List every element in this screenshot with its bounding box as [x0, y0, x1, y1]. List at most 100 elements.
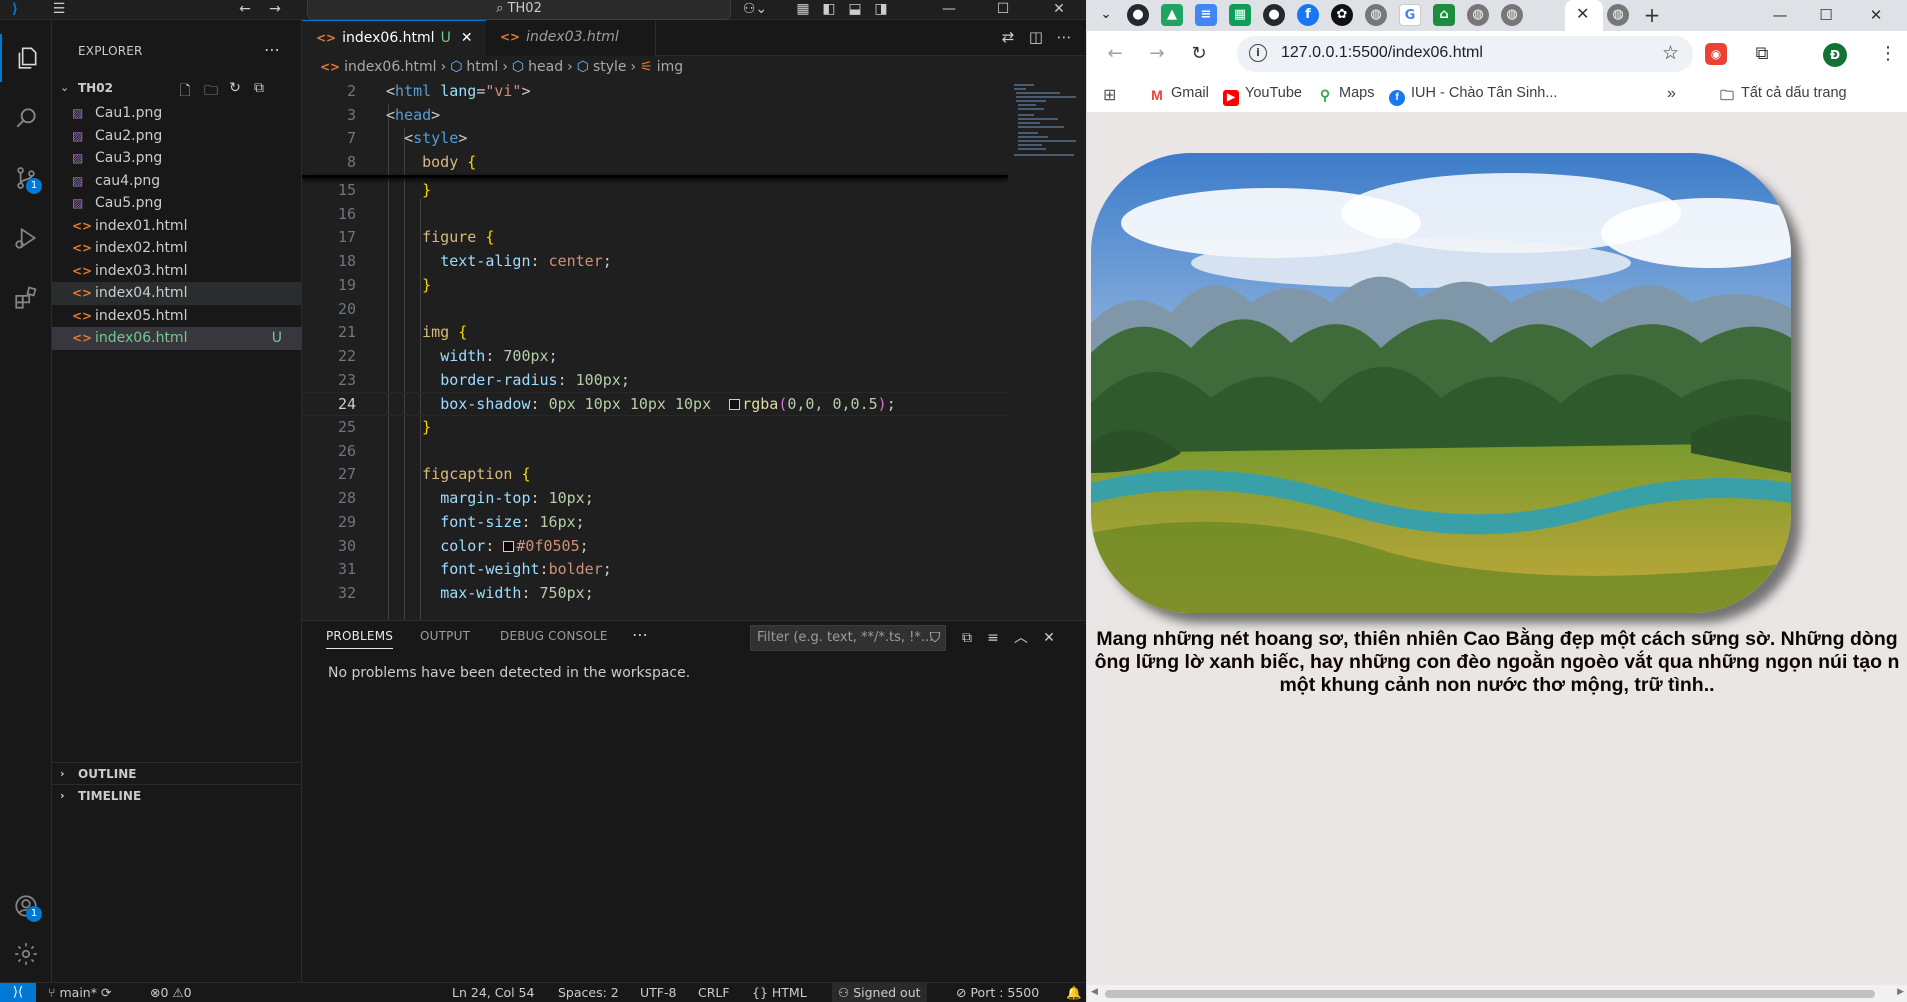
back-arrow-icon[interactable]: ← — [232, 0, 258, 20]
close-window-icon[interactable]: ✕ — [1853, 2, 1899, 28]
outline-section[interactable]: › OUTLINE — [52, 762, 302, 784]
tab-debug-console[interactable]: DEBUG CONSOLE — [500, 629, 608, 643]
new-tab-icon[interactable]: + — [1641, 4, 1663, 26]
file-item[interactable]: <> index05.html — [52, 305, 302, 328]
scroll-left-icon[interactable]: ◀ — [1091, 987, 1098, 997]
tab-index03[interactable]: <> index03.html — [486, 20, 656, 56]
maximize-panel-icon[interactable]: ︿ — [1010, 627, 1032, 649]
github-icon[interactable]: ● — [1263, 4, 1285, 26]
back-arrow-icon[interactable]: ← — [1101, 40, 1129, 68]
accounts-icon[interactable]: 1 — [0, 882, 52, 930]
timeline-section[interactable]: › TIMELINE — [52, 784, 302, 806]
problems-filter-input[interactable]: Filter (e.g. text, **/*.ts, !*... — [750, 625, 946, 651]
file-item[interactable]: <> index06.html U — [52, 327, 302, 350]
manage-gear-icon[interactable] — [0, 930, 52, 978]
folder-header[interactable]: ⌄ TH02 🗋 🗀 ↻ ⧉ — [52, 78, 302, 100]
file-item[interactable]: <> index01.html — [52, 215, 302, 238]
maximize-icon[interactable]: ☐ — [990, 0, 1016, 20]
extensions-icon[interactable] — [0, 274, 52, 322]
extension-icon[interactable]: ◉ — [1705, 43, 1727, 65]
more-bookmarks-icon[interactable]: » — [1667, 85, 1676, 103]
color-swatch[interactable] — [729, 399, 741, 411]
live-server-port[interactable]: ⊘ Port : 5500 — [956, 983, 1039, 1002]
more-actions-icon[interactable]: ⋯ — [1052, 26, 1076, 50]
breadcrumb-item-file[interactable]: <> index06.html — [320, 59, 437, 75]
file-item[interactable]: ▨ Cau1.png — [52, 102, 302, 125]
view-as-list-icon[interactable]: ≡ — [982, 627, 1004, 649]
minimize-icon[interactable]: — — [1757, 2, 1803, 28]
run-debug-icon[interactable] — [0, 214, 52, 262]
more-actions-icon[interactable]: ⋯ — [264, 40, 280, 59]
account-status[interactable]: ⚇ Signed out — [832, 983, 927, 1002]
eol-status[interactable]: CRLF — [698, 983, 730, 1002]
explorer-activity-icon[interactable] — [0, 34, 52, 82]
refresh-icon[interactable]: ↻ — [224, 80, 246, 98]
close-window-icon[interactable]: ✕ — [1046, 0, 1072, 20]
close-tab-icon[interactable]: ✕ — [1576, 4, 1589, 23]
new-file-icon[interactable]: 🗋 — [174, 80, 196, 99]
google-docs-icon[interactable]: ≡ — [1195, 4, 1217, 26]
bookmark-gmail[interactable]: M Gmail — [1149, 85, 1209, 103]
github-icon[interactable]: ● — [1127, 4, 1149, 26]
reload-icon[interactable]: ↻ — [1185, 40, 1213, 68]
color-swatch[interactable] — [503, 540, 515, 552]
more-panel-views-icon[interactable]: ⋯ — [632, 625, 648, 644]
file-item[interactable]: ▨ Cau5.png — [52, 192, 302, 215]
scrollbar-thumb[interactable] — [1105, 990, 1875, 998]
source-control-icon[interactable]: 1 — [0, 154, 52, 202]
file-item[interactable]: <> index02.html — [52, 237, 302, 260]
breadcrumb-item-html[interactable]: ⬡ html — [450, 59, 498, 75]
facebook-icon[interactable]: f — [1297, 4, 1319, 26]
menu-icon[interactable]: ☰ — [46, 0, 72, 20]
collapse-all-icon[interactable]: ⧉ — [956, 627, 978, 649]
tab-problems[interactable]: PROBLEMS — [326, 629, 394, 649]
bookmark-youtube[interactable]: ▶ YouTube — [1223, 85, 1302, 106]
language-status[interactable]: {} HTML — [752, 983, 807, 1002]
globe-icon[interactable]: ◍ — [1365, 4, 1387, 26]
search-activity-icon[interactable] — [0, 94, 52, 142]
google-sheets-icon[interactable]: ▦ — [1229, 4, 1251, 26]
code-editor[interactable]: 2 <html lang="vi"> 3 <head> 7 <style> 8 bo… — [302, 80, 1008, 620]
toggle-sidebar-icon[interactable]: ◧ — [816, 0, 842, 20]
extensions-puzzle-icon[interactable]: ⧉ — [1751, 43, 1773, 65]
bookmark-star-icon[interactable]: ☆ — [1662, 42, 1679, 64]
google-icon[interactable]: G — [1399, 4, 1421, 26]
close-tab-icon[interactable]: ✕ — [461, 30, 473, 46]
compare-changes-icon[interactable]: ⇄ — [996, 26, 1020, 50]
all-bookmarks-folder[interactable]: 🗀 Tất cả dấu trang — [1719, 85, 1847, 103]
home-icon[interactable]: ⌂ — [1433, 4, 1455, 26]
bookmark-iuh[interactable]: f IUH - Chào Tân Sinh... — [1389, 85, 1557, 106]
branch-status[interactable]: ⑂ main* ⟳ — [48, 983, 111, 1002]
address-bar[interactable]: i 127.0.0.1:5500/index06.html ☆ — [1237, 36, 1693, 72]
profile-avatar[interactable]: Đ — [1823, 43, 1847, 67]
breadcrumb-item-img[interactable]: ⚟ img — [640, 59, 683, 75]
file-item[interactable]: ▨ Cau3.png — [52, 147, 302, 170]
forward-arrow-icon[interactable]: → — [262, 0, 288, 20]
bookmark-maps[interactable]: ⚲ Maps — [1317, 85, 1375, 103]
tab-search-icon[interactable]: ⌄ — [1095, 4, 1117, 26]
globe-icon[interactable]: ◍ — [1467, 4, 1489, 26]
cursor-position[interactable]: Ln 24, Col 54 — [452, 983, 534, 1002]
apps-grid-icon[interactable]: ⊞ — [1103, 85, 1116, 105]
google-drive-icon[interactable]: ▲ — [1161, 4, 1183, 26]
close-panel-icon[interactable]: ✕ — [1038, 627, 1060, 649]
indentation-status[interactable]: Spaces: 2 — [558, 983, 619, 1002]
problems-status[interactable]: ⊗0 ⚠0 — [150, 983, 192, 1002]
forward-arrow-icon[interactable]: → — [1143, 40, 1171, 68]
minimap[interactable] — [1008, 80, 1086, 620]
command-center-search[interactable]: ⌕ TH02 — [307, 0, 731, 20]
toggle-secondary-sidebar-icon[interactable]: ◨ — [868, 0, 894, 20]
url-text[interactable]: 127.0.0.1:5500/index06.html — [1281, 44, 1483, 62]
breadcrumb-item-head[interactable]: ⬡ head — [512, 59, 563, 75]
tab-output[interactable]: OUTPUT — [420, 629, 470, 643]
maximize-icon[interactable]: ☐ — [1803, 2, 1849, 28]
toggle-panel-icon[interactable]: ⬓ — [842, 0, 868, 20]
site-info-icon[interactable]: i — [1249, 44, 1267, 62]
filter-icon[interactable]: ⛉ — [924, 627, 946, 649]
tab-index06[interactable]: <> index06.html U ✕ — [302, 20, 486, 56]
customize-layout-icon[interactable]: ▦ — [790, 0, 816, 20]
collapse-all-icon[interactable]: ⧉ — [248, 80, 270, 98]
file-item[interactable]: ▨ Cau2.png — [52, 125, 302, 148]
scroll-right-icon[interactable]: ▶ — [1897, 987, 1904, 997]
more-menu-icon[interactable]: ⋮ — [1877, 43, 1899, 65]
